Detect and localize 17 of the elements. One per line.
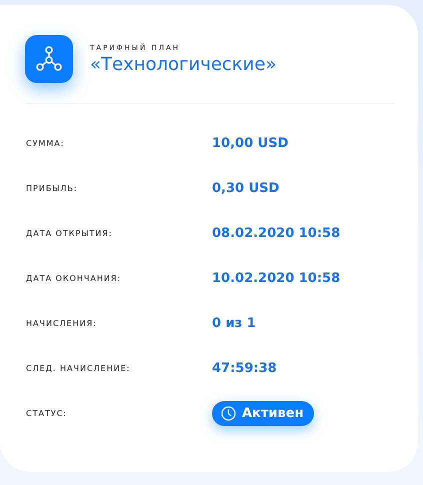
field-label: ДАТА ОТКРЫТИЯ:	[25, 229, 114, 238]
field-label: СУММА:	[25, 139, 66, 148]
field-label: ДАТА ОКОНЧАНИЯ:	[25, 274, 122, 283]
field-value: 08.02.2020 10:58	[212, 226, 340, 241]
clock-icon	[221, 406, 236, 421]
field-value: 0 из 1	[212, 316, 256, 331]
plan-title: «Технологические»	[90, 54, 276, 74]
field-value: 47:59:38	[212, 361, 277, 376]
field-value: 0,30 USD	[212, 181, 280, 196]
field-value: 10.02.2020 10:58	[212, 271, 340, 286]
field-label: НАЧИСЛЕНИЯ:	[25, 319, 98, 328]
field-label: СТАТУС:	[25, 409, 68, 418]
field-value: 10,00 USD	[212, 136, 288, 151]
network-icon	[25, 35, 73, 83]
field-label: ПРИБЫЛЬ:	[25, 184, 79, 193]
field-label: СЛЕД. НАЧИСЛЕНИЕ:	[25, 364, 132, 373]
status-badge: Активен	[212, 401, 314, 426]
